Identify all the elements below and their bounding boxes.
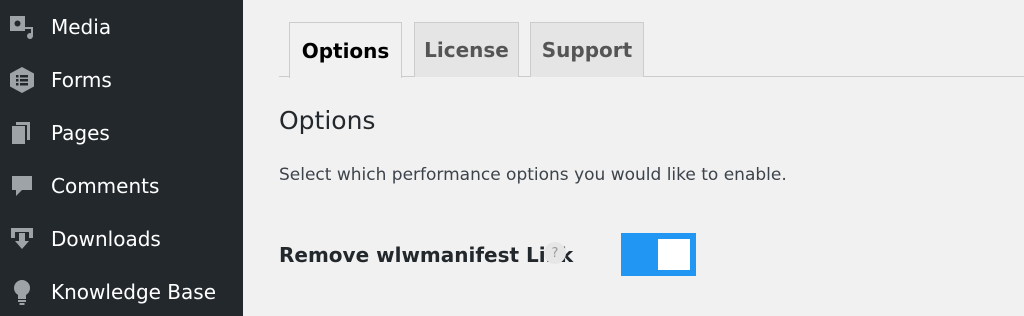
toggle-knob [658,239,690,270]
section-title: Options [279,106,376,135]
remove-wlwmanifest-toggle[interactable] [621,233,696,276]
sidebar-item-comments[interactable]: Comments [0,160,243,212]
sidebar-item-knowledge-base[interactable]: Knowledge Base [0,266,243,316]
sidebar-item-downloads[interactable]: Downloads [0,213,243,265]
tab-support[interactable]: Support [530,22,644,77]
media-icon [6,11,38,43]
tab-license[interactable]: License [414,22,519,77]
sidebar-item-label: Knowledge Base [51,280,216,304]
sidebar-item-media[interactable]: Media [0,1,243,53]
admin-sidebar: Media Forms Pages Comments Downloads Kno… [0,0,243,316]
downloads-icon [6,223,38,255]
sidebar-item-forms[interactable]: Forms [0,54,243,106]
comments-icon [6,170,38,202]
pages-icon [6,117,38,149]
sidebar-item-label: Forms [51,68,112,92]
sidebar-item-label: Pages [51,121,110,145]
main-content: Options License Support Options Select w… [243,0,1024,316]
option-label-remove-wlwmanifest: Remove wlwmanifest Link [279,243,574,267]
section-description: Select which performance options you wou… [279,165,787,185]
sidebar-item-label: Comments [51,174,160,198]
tab-options[interactable]: Options [289,22,402,78]
lightbulb-icon [6,276,38,308]
sidebar-item-label: Media [51,15,112,39]
sidebar-item-pages[interactable]: Pages [0,107,243,159]
help-icon[interactable]: ? [544,242,566,264]
sidebar-item-label: Downloads [51,227,161,251]
forms-icon [6,64,38,96]
